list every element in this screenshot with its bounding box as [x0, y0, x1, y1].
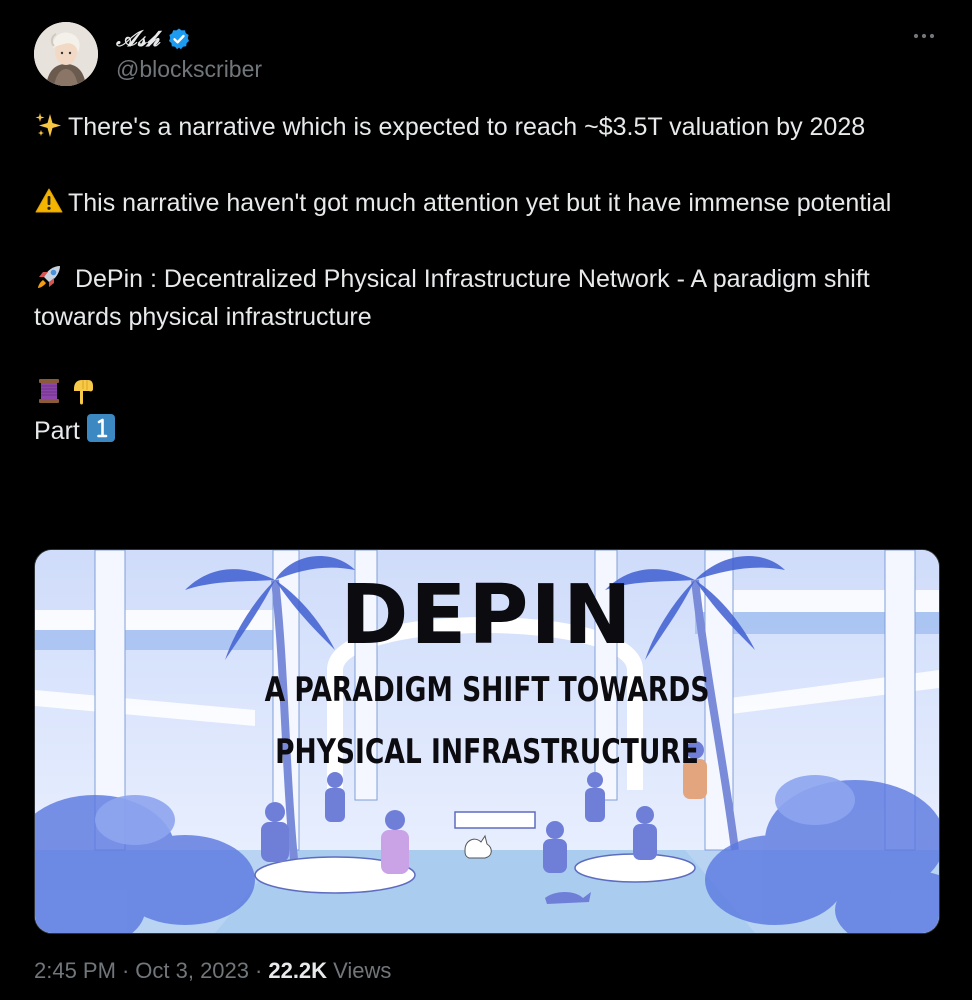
- media-subtitle-line-1: A PARADIGM SHIFT TOWARDS: [264, 670, 710, 710]
- tweet-meta: 2:45 PM · Oct 3, 2023 · 22.2K Views: [34, 958, 391, 984]
- meta-separator: ·: [255, 958, 263, 983]
- tweet-line-2: This narrative haven't got much attentio…: [68, 189, 892, 217]
- tweet-time-link[interactable]: 2:45 PM: [34, 958, 116, 984]
- tweet-paragraph: There's a narrative which is expected to…: [34, 108, 934, 146]
- pointing-down-icon: [74, 380, 93, 405]
- sparkles-icon: [35, 113, 61, 137]
- keycap-one-icon: [86, 414, 115, 442]
- author-handle[interactable]: @blockscriber: [116, 56, 262, 83]
- tweet-line-1: There's a narrative which is expected to…: [68, 113, 866, 141]
- thread-icon: [39, 379, 59, 403]
- author-avatar[interactable]: [34, 22, 98, 86]
- verified-badge-icon: [167, 27, 191, 51]
- author-name-row: 𝒜𝓈𝒽: [116, 24, 191, 54]
- rocket-icon: [38, 266, 60, 288]
- tweet-paragraph: This narrative haven't got much attentio…: [34, 184, 934, 222]
- tweet-paragraph: Part: [34, 374, 934, 450]
- views-count[interactable]: 22.2K: [268, 958, 327, 984]
- warning-icon: [35, 188, 63, 213]
- more-horizontal-icon: [913, 33, 935, 39]
- author-display-name[interactable]: 𝒜𝓈𝒽: [116, 26, 161, 52]
- tweet: 𝒜𝓈𝒽 @blockscriber There's a narrative wh…: [0, 0, 972, 1000]
- more-options-button[interactable]: [910, 22, 938, 50]
- part-label: Part: [34, 417, 80, 445]
- tweet-text: There's a narrative which is expected to…: [34, 108, 934, 450]
- media-subtitle-line-2: PHYSICAL INFRASTRUCTURE: [275, 732, 699, 772]
- tweet-line-3: DePin : Decentralized Physical Infrastru…: [34, 265, 870, 331]
- meta-separator: ·: [121, 958, 130, 983]
- media-title: DEPIN: [340, 568, 634, 663]
- tweet-paragraph: DePin : Decentralized Physical Infrastru…: [34, 260, 934, 336]
- views-label: Views: [333, 958, 392, 983]
- tweet-media-image[interactable]: DEPIN A PARADIGM SHIFT TOWARDS PHYSICAL …: [34, 549, 940, 934]
- tweet-date-link[interactable]: Oct 3, 2023: [135, 958, 249, 984]
